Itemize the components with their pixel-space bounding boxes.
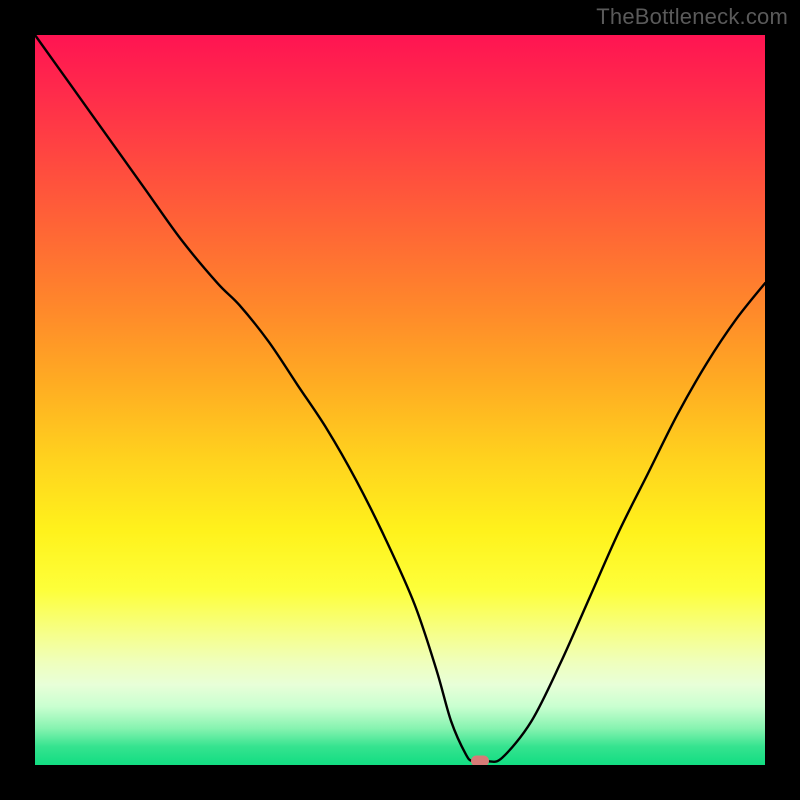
plot-area [35, 35, 765, 765]
chart-frame: TheBottleneck.com [0, 0, 800, 800]
bottleneck-curve [35, 35, 765, 765]
watermark-text: TheBottleneck.com [596, 4, 788, 30]
optimal-marker [471, 756, 489, 765]
